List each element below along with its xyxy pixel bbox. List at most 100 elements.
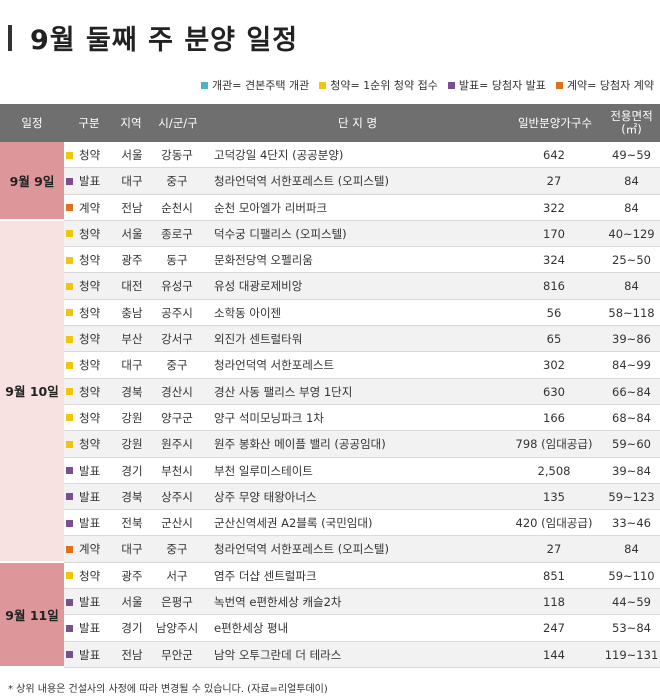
city-cell: 종로구 bbox=[161, 226, 193, 241]
region-cell: 대구 bbox=[121, 542, 143, 557]
type-cell: 청약 bbox=[66, 405, 116, 431]
units-cell: 65 bbox=[546, 332, 562, 347]
type-color-square-icon bbox=[66, 256, 73, 264]
type-cell: 계약 bbox=[66, 536, 116, 562]
type-cell: 발표 bbox=[66, 458, 116, 484]
type-color-square-icon bbox=[66, 545, 73, 553]
type-color-square-icon bbox=[66, 151, 73, 159]
city-cell: 부천시 bbox=[161, 463, 193, 478]
area-cell: 84 bbox=[624, 542, 639, 557]
table-row: 청약 충남 공주시 소학동 아이젠 56 58~118 bbox=[0, 300, 660, 327]
table-row: 발표 전북 군산시 군산신역세권 A2블록 (국민임대) 420 (임대공급) 33~46 bbox=[0, 510, 660, 537]
units-cell: 851 bbox=[543, 568, 565, 583]
header-type: 구분 bbox=[78, 115, 100, 130]
complex-name-cell: 염주 더샵 센트럴파크 bbox=[214, 568, 317, 583]
units-cell: 302 bbox=[543, 358, 565, 373]
area-cell: 119~131 bbox=[604, 647, 659, 662]
type-cell: 청약 bbox=[66, 431, 116, 457]
date-cell: 9월 9일 bbox=[0, 142, 64, 221]
city-cell: 강서구 bbox=[161, 332, 193, 347]
type-color-square-icon bbox=[66, 651, 73, 659]
region-cell: 부산 bbox=[121, 332, 143, 347]
area-cell: 25~50 bbox=[612, 253, 651, 268]
complex-name-cell: 군산신역세권 A2블록 (국민임대) bbox=[214, 516, 373, 531]
complex-name-cell: 덕수궁 디팰리스 (오피스텔) bbox=[214, 226, 347, 241]
area-cell: 44~59 bbox=[612, 595, 651, 610]
area-cell: 49~59 bbox=[612, 148, 651, 162]
units-cell: 170 bbox=[543, 226, 565, 241]
complex-name-cell: 청라언덕역 서한포레스트 (오피스텔) bbox=[214, 174, 389, 189]
city-cell: 중구 bbox=[166, 542, 188, 557]
table-row: 발표 경기 부천시 부천 일루미스테이트 2,508 39~84 bbox=[0, 458, 660, 484]
complex-name-cell: 상주 무양 태왕아너스 bbox=[214, 489, 317, 504]
complex-name-cell: 녹번역 e편한세상 캐슬2차 bbox=[214, 595, 342, 610]
table-row: 청약 서울 종로구 덕수궁 디팰리스 (오피스텔) 170 40~129 bbox=[0, 220, 660, 248]
table-row: 청약 대구 중구 청라언덕역 서한포레스트 302 84~99 bbox=[0, 352, 660, 379]
area-cell: 53~84 bbox=[612, 621, 651, 636]
units-cell: 27 bbox=[546, 174, 562, 189]
type-label: 청약 bbox=[79, 253, 101, 268]
area-cell: 66~84 bbox=[612, 384, 651, 399]
type-cell: 발표 bbox=[66, 168, 116, 194]
area-cell: 39~84 bbox=[612, 463, 651, 478]
units-cell: 322 bbox=[543, 200, 565, 215]
city-cell: 서구 bbox=[166, 568, 188, 583]
area-cell: 68~84 bbox=[612, 410, 651, 425]
units-cell: 247 bbox=[543, 621, 565, 636]
legend-label: 계약= 당첨자 계약 bbox=[566, 79, 654, 92]
legend-item: 개관= 견본주택 개관 bbox=[201, 77, 309, 93]
type-cell: 청약 bbox=[66, 563, 116, 589]
table-row: 발표 경기 남양주시 e편한세상 평내 247 53~84 bbox=[0, 615, 660, 642]
table-row: 청약 광주 동구 문화전당역 오펠리움 324 25~50 bbox=[0, 247, 660, 274]
units-cell: 166 bbox=[543, 410, 565, 425]
type-label: 발표 bbox=[79, 647, 101, 662]
type-cell: 발표 bbox=[66, 510, 116, 536]
table-row: 청약 대전 유성구 유성 대광로제비앙 816 84 bbox=[0, 273, 660, 300]
type-color-square-icon bbox=[66, 282, 73, 290]
city-cell: 순천시 bbox=[161, 200, 193, 215]
type-label: 청약 bbox=[79, 305, 101, 320]
type-label: 청약 bbox=[79, 384, 101, 399]
header-name: 단 지 명 bbox=[337, 115, 378, 130]
complex-name-cell: 경산 사동 팰리스 부영 1단지 bbox=[214, 384, 353, 399]
region-cell: 서울 bbox=[121, 595, 143, 610]
legend-item: 발표= 당첨자 발표 bbox=[447, 77, 546, 93]
type-cell: 청약 bbox=[66, 379, 116, 405]
type-cell: 청약 bbox=[66, 352, 116, 378]
type-label: 청약 bbox=[79, 568, 101, 583]
region-cell: 서울 bbox=[121, 226, 143, 241]
complex-name-cell: 원주 봉화산 메이플 밸리 (공공임대) bbox=[214, 437, 386, 452]
city-cell: 남양주시 bbox=[155, 621, 199, 636]
footnote: * 상위 내용은 건설사의 사정에 따라 변경될 수 있습니다. (자료=리얼투… bbox=[8, 684, 328, 695]
type-label: 발표 bbox=[79, 595, 101, 610]
type-color-square-icon bbox=[66, 624, 73, 632]
area-cell: 59~60 bbox=[612, 437, 651, 452]
type-color-square-icon bbox=[66, 414, 73, 422]
units-cell: 56 bbox=[546, 305, 562, 320]
city-cell: 무안군 bbox=[161, 647, 193, 662]
city-cell: 상주시 bbox=[161, 489, 193, 504]
table-row: 발표 경북 상주시 상주 무양 태왕아너스 135 59~123 bbox=[0, 483, 660, 511]
units-cell: 816 bbox=[543, 279, 565, 294]
type-label: 계약 bbox=[79, 542, 101, 557]
complex-name-cell: 외진가 센트럴타워 bbox=[214, 332, 303, 347]
type-label: 발표 bbox=[79, 621, 101, 636]
units-cell: 630 bbox=[543, 384, 565, 399]
units-cell: 135 bbox=[543, 489, 565, 504]
complex-name-cell: 순천 모아엘가 리버파크 bbox=[214, 200, 328, 215]
city-cell: 유성구 bbox=[161, 279, 193, 294]
type-color-square-icon bbox=[66, 467, 73, 475]
table-row: 발표 전남 무안군 남악 오투그란데 더 테라스 144 119~131 bbox=[0, 641, 660, 668]
area-cell: 33~46 bbox=[612, 516, 651, 531]
type-color-square-icon bbox=[66, 335, 73, 343]
header-units: 일반분양가구수 bbox=[517, 115, 593, 130]
region-cell: 광주 bbox=[121, 253, 143, 268]
area-cell: 39~86 bbox=[612, 332, 651, 347]
table-row: 청약 강원 양구군 양구 석미모닝파크 1차 166 68~84 bbox=[0, 405, 660, 432]
header-city: 시/군/구 bbox=[158, 115, 198, 130]
complex-name-cell: 문화전당역 오펠리움 bbox=[214, 253, 313, 268]
city-cell: 원주시 bbox=[161, 437, 193, 452]
complex-name-cell: 남악 오투그란데 더 테라스 bbox=[214, 647, 342, 662]
units-cell: 118 bbox=[543, 595, 565, 610]
region-cell: 대구 bbox=[121, 358, 143, 373]
